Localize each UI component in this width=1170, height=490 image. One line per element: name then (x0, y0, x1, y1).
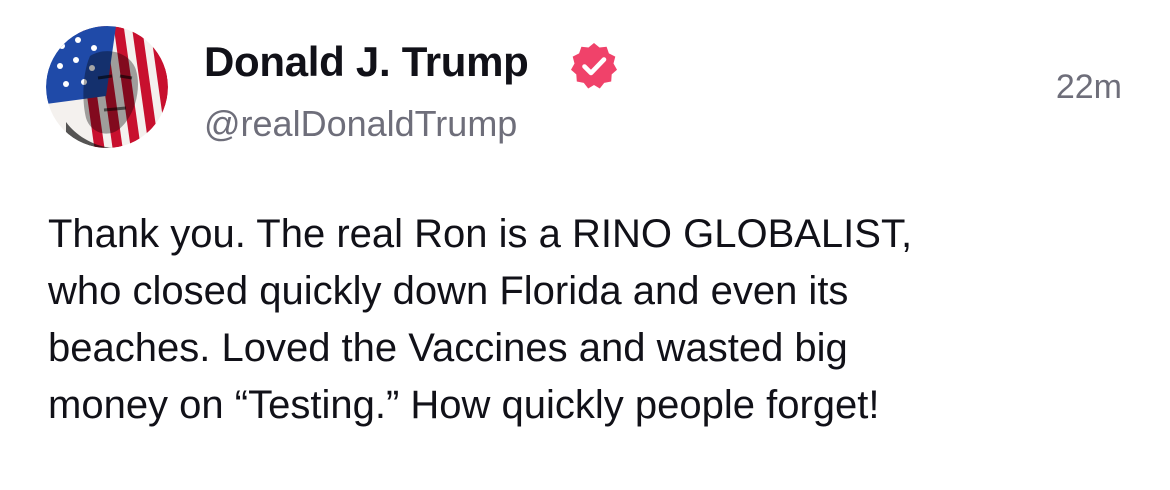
post-body: Thank you. The real Ron is a RINO GLOBAL… (48, 206, 1128, 434)
post-timestamp[interactable]: 22m (1056, 68, 1122, 107)
post-card: Donald J. Trump @realDonaldTrump 22m Tha… (0, 0, 1170, 490)
avatar-image (46, 26, 168, 148)
avatar[interactable] (46, 26, 168, 148)
post-body-line: beaches. Loved the Vaccines and wasted b… (48, 326, 848, 370)
author-name[interactable]: Donald J. Trump (204, 38, 529, 86)
verified-badge-icon (568, 40, 620, 92)
post-body-line: who closed quickly down Florida and even… (48, 269, 849, 313)
post-body-line: Thank you. The real Ron is a RINO GLOBAL… (48, 212, 913, 256)
post-body-line: money on “Testing.” How quickly people f… (48, 383, 880, 427)
author-handle[interactable]: @realDonaldTrump (204, 103, 517, 145)
